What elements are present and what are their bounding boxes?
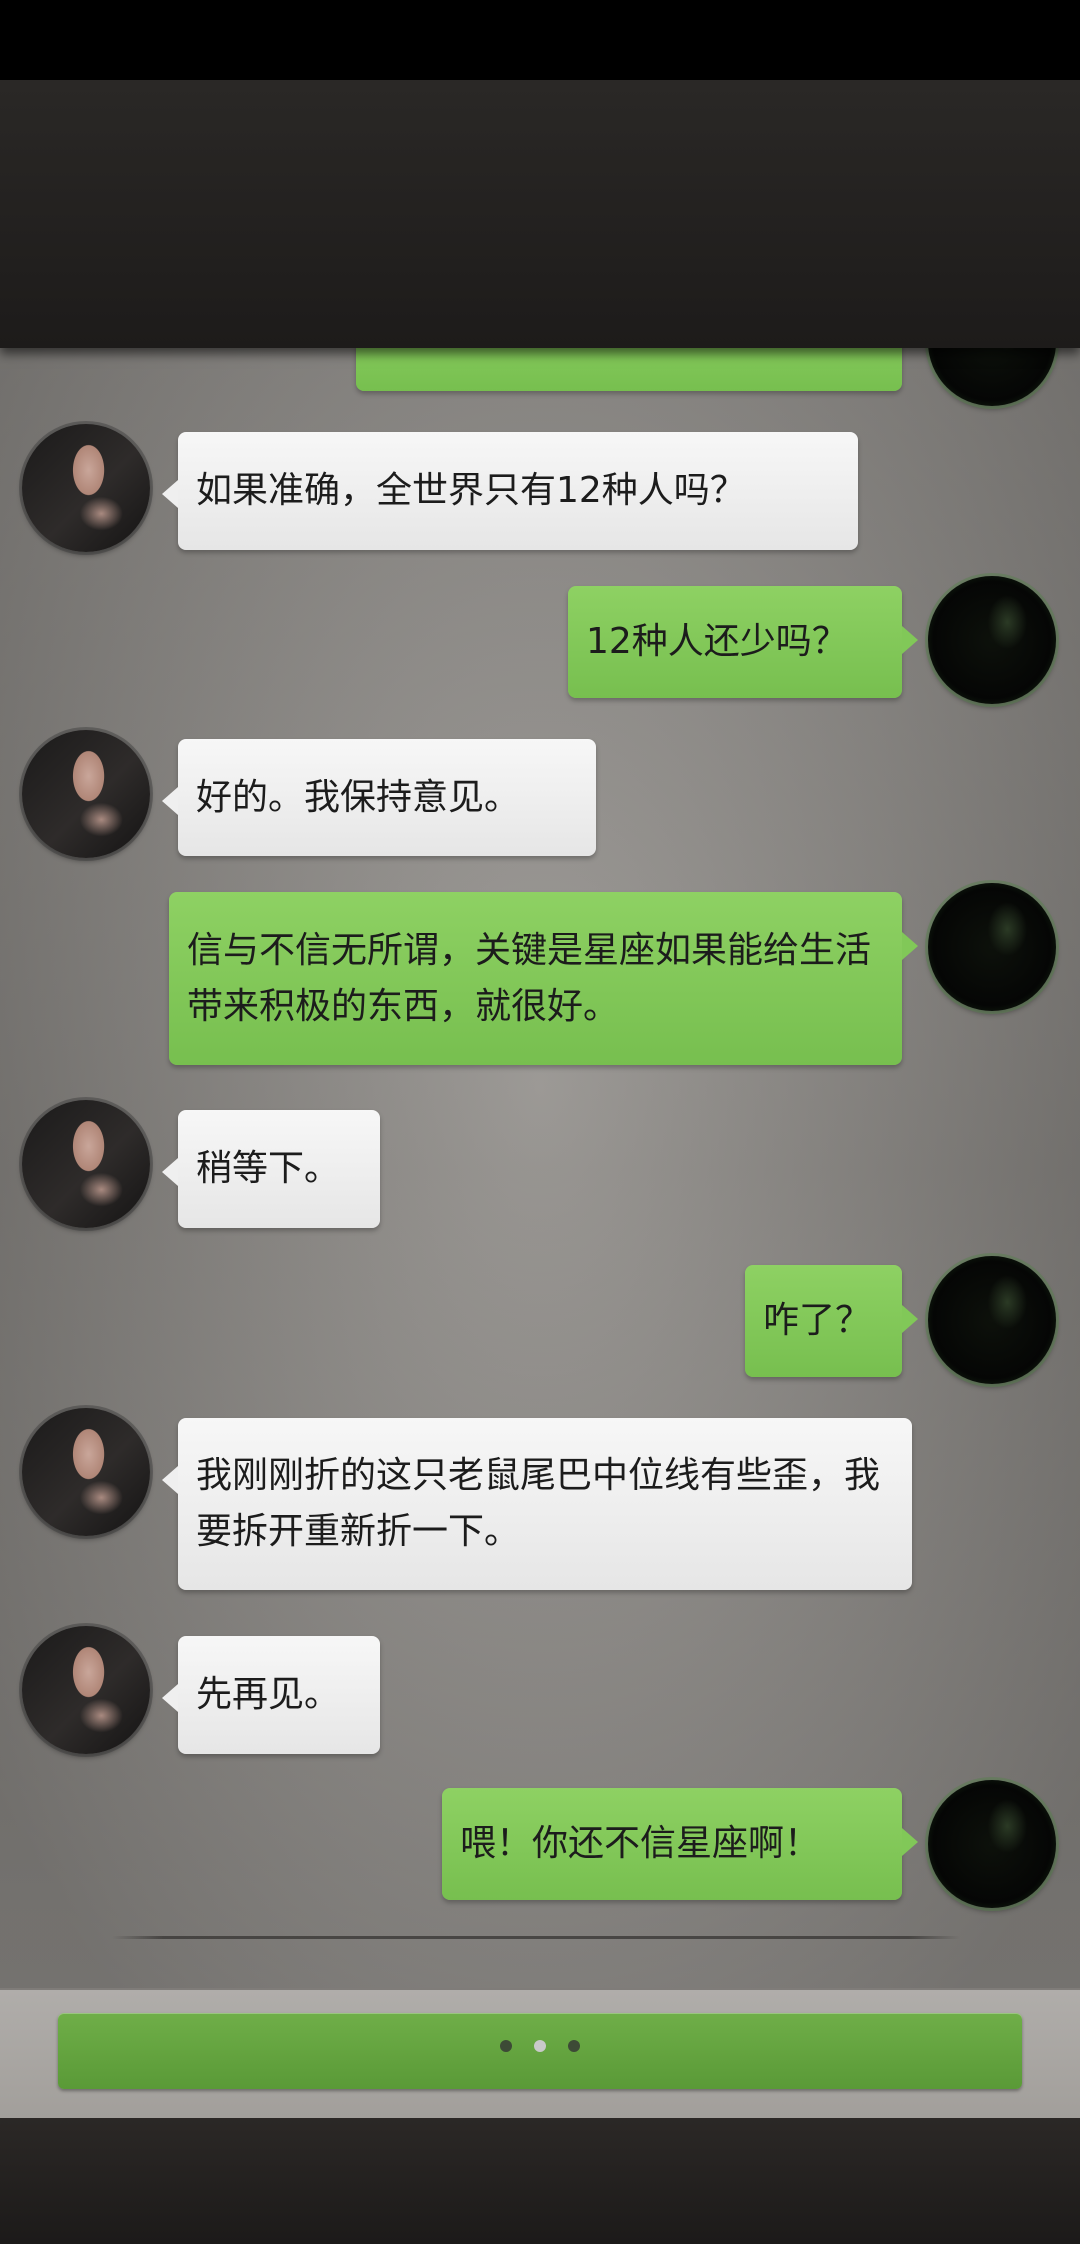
avatar-self[interactable] xyxy=(928,1780,1056,1908)
message-bubble-outgoing: 喂！你还不信星座啊！ xyxy=(442,1788,918,1900)
bottom-bar xyxy=(0,2118,1080,2244)
dot xyxy=(568,2040,580,2052)
message-text: 如果准确，全世界只有12种人吗？ xyxy=(196,470,746,511)
message-text: 咋了？ xyxy=(763,1300,872,1341)
avatar-self xyxy=(928,348,1056,406)
dot xyxy=(534,2040,546,2052)
message-text: 好的。我保持意见。 xyxy=(196,776,521,818)
message-text: 我刚刚折的这只老鼠尾巴中位线有些歪，我要拆开重新折一下。 xyxy=(196,1455,881,1552)
avatar-contact[interactable] xyxy=(22,424,150,552)
status-bar xyxy=(0,0,1080,80)
avatar-self[interactable] xyxy=(928,1256,1056,1384)
dot xyxy=(500,2040,512,2052)
message-bubble-incoming: 稍等下。 xyxy=(162,1110,380,1228)
avatar-self[interactable] xyxy=(928,883,1056,1011)
message-text: 先再见。 xyxy=(196,1674,341,1715)
message-text: 稍等下。 xyxy=(196,1148,341,1189)
message-text: 喂！你还不信星座啊！ xyxy=(460,1823,821,1864)
avatar-contact[interactable] xyxy=(22,1408,150,1536)
message-bubble-incoming: 先再见。 xyxy=(162,1636,380,1754)
header-bar xyxy=(0,80,1080,348)
reply-button[interactable] xyxy=(58,2013,1022,2089)
avatar-contact[interactable] xyxy=(22,730,150,858)
message-bubble-incoming: 如果准确，全世界只有12种人吗？ xyxy=(162,432,858,550)
chat-area[interactable]: 如果准确，全世界只有12种人吗？ 12种人还少吗？ 好的。我保持意见。 信与不信… xyxy=(0,348,1080,1988)
message-text: 信与不信无所谓，关键是星座如果能给生活带来积极的东西，就很好。 xyxy=(187,929,872,1027)
message-bubble-outgoing: 咋了？ xyxy=(745,1265,918,1377)
message-bubble-outgoing: 12种人还少吗？ xyxy=(568,586,918,698)
avatar-self[interactable] xyxy=(928,576,1056,704)
message-bubble-incoming: 我刚刚折的这只老鼠尾巴中位线有些歪，我要拆开重新折一下。 xyxy=(162,1418,912,1590)
message-bubble-incoming: 好的。我保持意见。 xyxy=(162,739,596,856)
chat-end-divider xyxy=(112,1936,960,1939)
avatar-contact[interactable] xyxy=(22,1626,150,1754)
typing-dots-icon xyxy=(58,2037,1022,2056)
message-bubble-outgoing: 信与不信无所谓，关键是星座如果能给生活带来积极的东西，就很好。 xyxy=(169,892,918,1065)
message-text: 12种人还少吗？ xyxy=(586,621,848,662)
avatar-contact[interactable] xyxy=(22,1100,150,1228)
message-bubble-partial xyxy=(356,348,902,391)
